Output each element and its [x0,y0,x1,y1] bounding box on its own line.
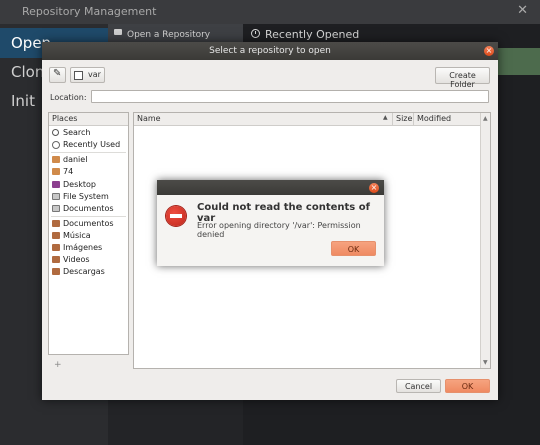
place-musica[interactable]: Música [51,230,127,242]
place-74[interactable]: 74 [51,166,127,178]
sort-arrow-icon: ▲ [383,114,388,121]
error-message: Error opening directory '/var': Permissi… [197,221,361,239]
drive-icon [52,193,60,200]
place-label: Descargas [63,267,105,276]
error-ok-button[interactable]: OK [331,241,376,256]
file-chooser-title: Select a repository to open [209,46,331,56]
place-label: Search [63,128,91,137]
type-location-button[interactable]: ✎ [49,67,66,83]
place-label: File System [63,192,109,201]
open-repository-label: Open a Repository [127,30,211,40]
place-recently-used[interactable]: Recently Used [51,139,127,151]
column-divider [392,113,393,125]
place-label: Desktop [63,180,96,189]
search-icon [52,129,59,136]
pictures-folder-icon [52,244,60,251]
pencil-icon: ✎ [53,68,62,79]
place-label: Imágenes [63,243,103,252]
places-separator [51,216,126,217]
error-dialog: × Could not read the contents of var Err… [157,180,384,266]
file-list-header: Name ▲ Size Modified [134,113,482,126]
clock-icon [52,141,60,149]
error-icon [166,206,186,226]
places-separator [51,152,126,153]
column-divider [413,113,414,125]
recently-opened-label: Recently Opened [265,28,360,41]
create-folder-label: Create Folder [449,71,476,89]
app-titlebar: Repository Management ✕ [0,0,540,24]
place-imagenes[interactable]: Imágenes [51,242,127,254]
place-label: 74 [63,167,74,176]
folder-icon [52,168,60,175]
drive-icon [74,71,83,80]
file-list-scrollbar[interactable]: ▲ ▼ [480,113,490,368]
places-sidebar: Places Search Recently Used daniel 74 De… [48,112,129,355]
place-label: Videos [63,255,90,264]
app-title: Repository Management [22,5,157,18]
place-label: daniel [63,155,88,164]
place-descargas[interactable]: Descargas [51,266,127,278]
file-chooser-close-button[interactable]: × [484,46,494,56]
places-header-label: Places [52,114,78,123]
scroll-down-icon[interactable]: ▼ [483,359,488,366]
cancel-label: Cancel [404,382,433,391]
place-documentos[interactable]: Documentos [51,218,127,230]
path-button-var[interactable]: var [70,67,105,83]
column-modified[interactable]: Modified [417,114,451,123]
places-header: Places [49,113,128,126]
location-input[interactable] [91,90,489,103]
home-folder-icon [52,156,60,163]
app-close-button[interactable]: ✕ [517,3,528,18]
documents-folder-icon [52,220,60,227]
downloads-folder-icon [52,268,60,275]
location-label: Location: [50,93,87,102]
place-desktop[interactable]: Desktop [51,179,127,191]
place-search[interactable]: Search [51,127,127,139]
videos-folder-icon [52,256,60,263]
add-bookmark-button[interactable]: + [54,360,62,370]
column-size[interactable]: Size [396,114,412,123]
place-label: Documentos [63,219,114,228]
scroll-up-icon[interactable]: ▲ [483,115,488,122]
place-label: Música [63,231,91,240]
error-dialog-close-button[interactable]: × [369,183,379,193]
place-label: Recently Used [63,140,121,149]
place-file-system[interactable]: File System [51,191,127,203]
cancel-button[interactable]: Cancel [396,379,441,393]
place-label: Documentos [63,204,114,213]
clock-icon [251,29,260,38]
path-button-label: var [88,70,101,79]
folder-icon [114,29,122,35]
drive-icon [52,205,60,212]
place-videos[interactable]: Videos [51,254,127,266]
create-folder-button[interactable]: Create Folder [435,67,490,89]
column-name[interactable]: Name [137,114,161,123]
ok-label: OK [461,382,474,391]
music-folder-icon [52,232,60,239]
place-daniel[interactable]: daniel [51,154,127,166]
place-documentos-drive[interactable]: Documentos [51,203,127,215]
error-dialog-titlebar: × [157,180,384,195]
sidebar-item-label: Init [11,92,35,110]
recent-item-highlight[interactable] [497,48,540,75]
ok-button[interactable]: OK [445,379,490,393]
file-chooser-titlebar: Select a repository to open × [42,42,498,60]
desktop-icon [52,181,60,188]
error-ok-label: OK [347,245,360,254]
